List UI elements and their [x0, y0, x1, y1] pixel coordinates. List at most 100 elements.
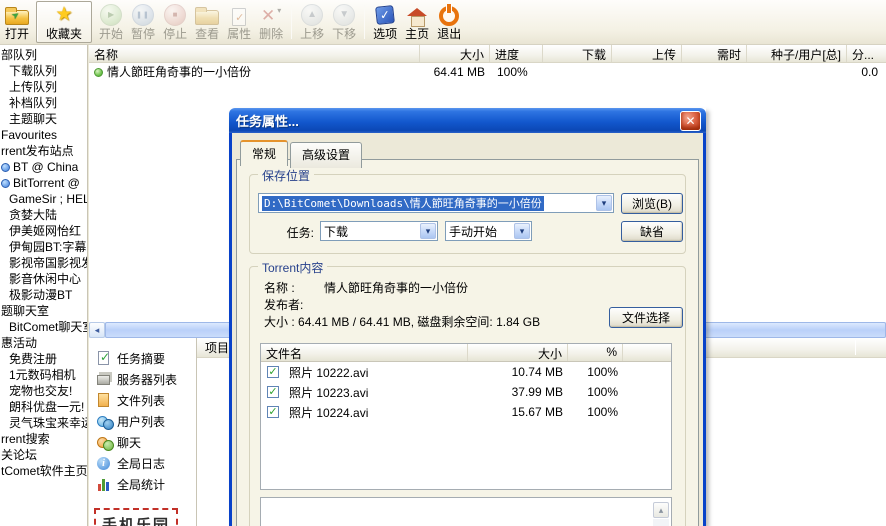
file-percent: 100%: [568, 365, 623, 379]
promo-banner[interactable]: 手机乐园: [94, 508, 178, 526]
file-column-name[interactable]: 文件名: [261, 344, 468, 361]
view-button[interactable]: 查看: [191, 1, 223, 43]
file-icon: [96, 392, 113, 409]
sidebar-item[interactable]: BT @ China: [0, 159, 87, 175]
sidebar-item[interactable]: 伊美姬网怡红: [0, 223, 87, 239]
name-label: 名称 :: [264, 279, 295, 296]
task-row[interactable]: 情人節旺角奇事的一小倍份 64.41 MB 100% 0.0: [89, 63, 886, 80]
move-down-button[interactable]: ▼ 下移: [328, 1, 360, 43]
close-icon: ✕: [685, 114, 695, 128]
tab-general[interactable]: 常规: [240, 140, 288, 166]
file-checkbox-checked[interactable]: ✓: [267, 406, 279, 418]
combo-dropdown-icon[interactable]: ▾: [420, 223, 436, 239]
task-type-combobox[interactable]: 下载 ▾: [320, 221, 438, 241]
sidebar-item[interactable]: 补档队列: [0, 95, 87, 111]
sidebar-item[interactable]: 朗科优盘一元!: [0, 399, 87, 415]
home-button[interactable]: 主页: [401, 1, 433, 43]
delete-button[interactable]: ✕ ▾ 删除: [255, 1, 287, 43]
start-mode-combobox[interactable]: 手动开始 ▾: [445, 221, 532, 241]
sidebar-item[interactable]: tComet软件主页: [0, 463, 87, 479]
column-header-size[interactable]: 大小: [420, 45, 490, 62]
column-header-name[interactable]: 名称: [89, 45, 420, 62]
sidebar-item[interactable]: 下载队列: [0, 63, 87, 79]
sidebar-item[interactable]: 1元数码相机: [0, 367, 87, 383]
file-percent: 100%: [568, 385, 623, 399]
torrent-name-value: 情人節旺角奇事的一小倍份: [324, 279, 468, 296]
task-properties-dialog: 任务属性... ✕ 常规 高级设置 保存位置 D:\BitComet\Downl…: [229, 108, 706, 526]
sidebar-item[interactable]: 上传队列: [0, 79, 87, 95]
sidebar-item[interactable]: 贪婪大陆: [0, 207, 87, 223]
save-path-combobox[interactable]: D:\BitComet\Downloads\情人節旺角奇事的一小倍份 ▾: [258, 193, 614, 213]
sidebar-item[interactable]: rrent发布站点: [0, 143, 87, 159]
detail-tab-file-list[interactable]: 文件列表: [89, 390, 196, 411]
column-header-seeds-peers[interactable]: 种子/用户[总]: [747, 45, 847, 62]
file-column-percent[interactable]: %: [568, 344, 623, 361]
sidebar-item[interactable]: GameSir ; HEL: [0, 191, 87, 207]
combo-dropdown-icon[interactable]: ▾: [596, 195, 612, 211]
sidebar-item[interactable]: 极影动漫BT: [0, 287, 87, 303]
sidebar-item[interactable]: BitTorrent @: [0, 175, 87, 191]
detail-column-item[interactable]: 项目: [205, 341, 229, 355]
sidebar-item[interactable]: 主题聊天: [0, 111, 87, 127]
file-row[interactable]: ✓ 照片 10223.avi 37.99 MB 100%: [261, 382, 671, 402]
detail-tab-task-summary[interactable]: 任务摘要: [89, 348, 196, 369]
detail-tab-global-log[interactable]: i 全局日志: [89, 453, 196, 474]
close-button[interactable]: ✕: [680, 111, 701, 131]
column-header-eta[interactable]: 需时: [682, 45, 747, 62]
column-header-progress[interactable]: 进度: [490, 45, 543, 62]
file-row[interactable]: ✓ 照片 10222.avi 10.74 MB 100%: [261, 362, 671, 382]
tab-advanced[interactable]: 高级设置: [290, 142, 362, 168]
scroll-left-button[interactable]: ◂: [89, 322, 105, 338]
detail-tab-chat[interactable]: 聊天: [89, 432, 196, 453]
sidebar-item[interactable]: 影音休闲中心: [0, 271, 87, 287]
exit-button[interactable]: 退出: [433, 1, 465, 43]
pause-button[interactable]: ❚❚ 暂停: [127, 1, 159, 43]
detail-tab-user-list[interactable]: 用户列表: [89, 411, 196, 432]
category-tree: 部队列 下载队列 上传队列 补档队列 主题聊天 Favourites rrent…: [0, 45, 88, 526]
sidebar-item[interactable]: 伊甸园BT:字幕: [0, 239, 87, 255]
dialog-titlebar[interactable]: 任务属性... ✕: [229, 108, 706, 133]
file-checkbox-checked[interactable]: ✓: [267, 366, 279, 378]
browse-button[interactable]: 浏览(B): [621, 193, 683, 214]
comment-box[interactable]: ▴: [260, 497, 672, 526]
column-header-upload[interactable]: 上传: [612, 45, 682, 62]
torrent-content-label: Torrent内容: [258, 259, 327, 276]
vertical-scrollbar-track[interactable]: [653, 519, 669, 526]
default-button[interactable]: 缺省: [621, 221, 683, 242]
column-header-download[interactable]: 下载: [543, 45, 612, 62]
start-button[interactable]: ▶ 开始: [95, 1, 127, 43]
detail-tab-server-list[interactable]: 服务器列表: [89, 369, 196, 390]
favorites-button[interactable]: ★ 收藏夹: [36, 1, 92, 43]
sidebar-item[interactable]: 灵气珠宝来幸运: [0, 415, 87, 431]
task-type-value: 下载: [321, 223, 419, 240]
file-checkbox-checked[interactable]: ✓: [267, 386, 279, 398]
arrow-up-icon: ▲: [301, 3, 323, 27]
sidebar-item[interactable]: 题聊天室: [0, 303, 87, 319]
combo-dropdown-icon[interactable]: ▾: [514, 223, 530, 239]
move-up-button[interactable]: ▲ 上移: [296, 1, 328, 43]
column-header-share[interactable]: 分...: [847, 45, 886, 62]
file-row[interactable]: ✓ 照片 10224.avi 15.67 MB 100%: [261, 402, 671, 422]
toolbar-separator: [364, 5, 365, 39]
options-clipboard-icon: ✓: [376, 3, 394, 27]
dialog-tabs: 常规 高级设置: [240, 140, 364, 166]
options-button[interactable]: ✓ 选项: [369, 1, 401, 43]
sidebar-item[interactable]: 免费注册: [0, 351, 87, 367]
open-button[interactable]: 打开: [1, 1, 33, 43]
scroll-up-button[interactable]: ▴: [653, 502, 669, 518]
sidebar-item[interactable]: 惠活动: [0, 335, 87, 351]
sidebar-item[interactable]: Favourites: [0, 127, 87, 143]
size-info: 大小 : 64.41 MB / 64.41 MB, 磁盘剩余空间: 1.84 G…: [264, 313, 540, 330]
sidebar-item[interactable]: 影视帝国影视发: [0, 255, 87, 271]
sidebar-item[interactable]: 部队列: [0, 47, 87, 63]
sidebar-item[interactable]: 宠物也交友!: [0, 383, 87, 399]
sidebar-item[interactable]: BitComet聊天室: [0, 319, 87, 335]
sidebar-item[interactable]: rrent搜索: [0, 431, 87, 447]
file-size: 15.67 MB: [468, 405, 568, 419]
file-select-button[interactable]: 文件选择: [609, 307, 683, 328]
file-column-size[interactable]: 大小: [468, 344, 568, 361]
sidebar-item[interactable]: 关论坛: [0, 447, 87, 463]
detail-tab-global-stats[interactable]: 全局统计: [89, 474, 196, 495]
properties-button[interactable]: 属性: [223, 1, 255, 43]
stop-button[interactable]: ■ 停止: [159, 1, 191, 43]
